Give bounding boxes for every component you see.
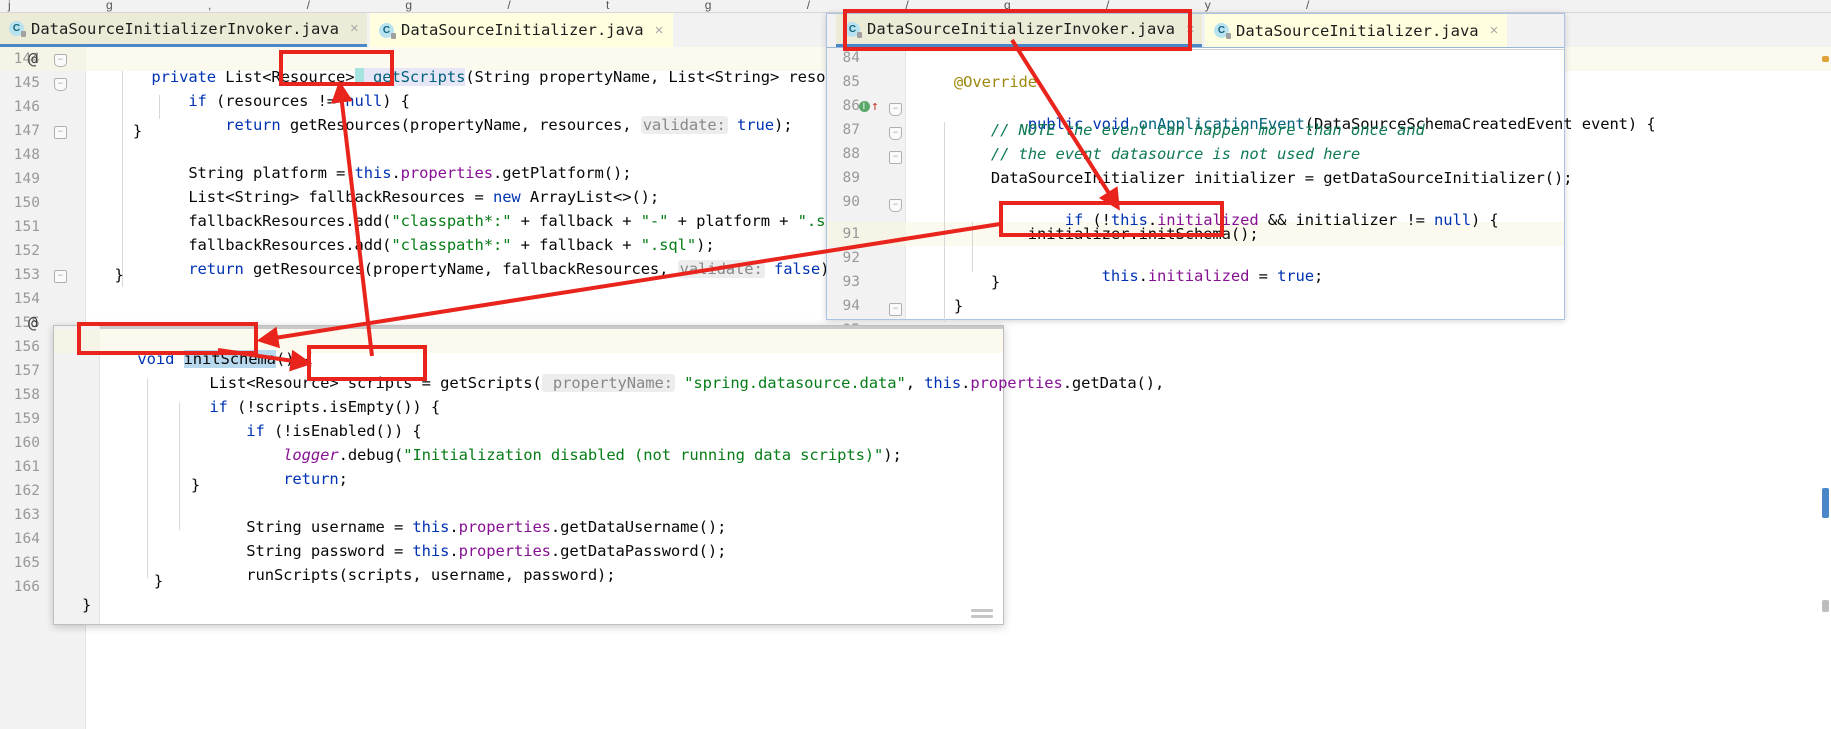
line-number: 164 <box>13 531 40 547</box>
line-number: 161 <box>13 459 40 475</box>
line-number: 91 <box>842 226 860 242</box>
close-icon[interactable]: × <box>1186 21 1195 38</box>
code-line-152: return getResources(propertyName, fallba… <box>188 260 839 278</box>
ide-window: j g , / g / t g / / g / y / C DataSource… <box>0 0 1831 729</box>
code-line-153: } <box>96 266 124 284</box>
line-number: 158 <box>13 387 40 403</box>
line-number: 153 <box>13 267 40 283</box>
rw-tab-datasourceinitializerinvoker[interactable]: C DataSourceInitializerInvoker.java × <box>836 14 1202 47</box>
line-number: 85 <box>842 74 860 90</box>
java-class-icon: C <box>845 21 862 38</box>
definition-preview-popup[interactable]: void initSchema() { List<Resource> scrip… <box>53 325 1164 625</box>
popup-resize-handle-2[interactable] <box>971 615 993 618</box>
line-number: 154 <box>13 291 40 307</box>
line-number: 152 <box>13 243 40 259</box>
line-number: 92 <box>842 250 860 266</box>
annotation-marker-icon: @ <box>28 49 38 68</box>
fold-marker-icon[interactable]: − <box>889 127 902 140</box>
tab-datasourceinitializer[interactable]: C DataSourceInitializer.java × <box>370 13 673 47</box>
rw-code-line-91: initializer.initSchema(); <box>917 225 1259 243</box>
pu-code-line-161: } <box>117 476 201 494</box>
breadcrumb-text: j g , / g / t g / / g / y / <box>8 0 1356 12</box>
scroll-marker-change <box>1822 488 1829 518</box>
line-number: 150 <box>13 195 40 211</box>
line-number: 148 <box>13 147 40 163</box>
close-icon[interactable]: × <box>1490 22 1499 39</box>
tab-label: DataSourceInitializerInvoker.java <box>31 19 339 38</box>
line-number: 156 <box>13 339 40 355</box>
scroll-marker-change-2 <box>1822 600 1829 612</box>
java-class-icon: C <box>1214 23 1231 39</box>
java-class-icon: C <box>9 21 26 37</box>
close-icon[interactable]: × <box>350 20 359 37</box>
line-number: 90 <box>842 194 860 210</box>
line-number: 93 <box>842 274 860 290</box>
overridden-method-icon[interactable]: ↑ <box>859 100 879 113</box>
line-number: 87 <box>842 122 860 138</box>
line-number: 146 <box>13 99 40 115</box>
pu-code-line-165: } <box>117 572 164 590</box>
line-number: 159 <box>13 411 40 427</box>
line-number: 84 <box>842 50 860 66</box>
popup-resize-handle[interactable] <box>971 609 993 612</box>
pu-code-line-166: } <box>82 596 92 614</box>
tab-label: DataSourceInitializerInvoker.java <box>867 20 1175 38</box>
secondary-editor-body[interactable]: 84 85 86 87 88 89 90 91 92 93 94 95 ↑ − … <box>827 47 1656 340</box>
fold-marker-icon[interactable]: − <box>889 151 902 164</box>
tab-label: DataSourceInitializer.java <box>1236 21 1479 40</box>
rw-code-line-94: } <box>917 297 964 315</box>
line-number: 145 <box>13 75 40 91</box>
line-number: 166 <box>13 579 40 595</box>
close-icon[interactable]: × <box>655 22 664 39</box>
annotation-marker-icon: @ <box>28 313 38 332</box>
java-class-icon: C <box>379 22 396 39</box>
scroll-marker-warning <box>1822 56 1829 62</box>
line-number: 151 <box>13 219 40 235</box>
fold-marker-icon[interactable]: − <box>54 270 67 283</box>
fold-marker-icon[interactable]: − <box>54 78 67 91</box>
breadcrumb: j g , / g / t g / / g / y / <box>0 0 1831 13</box>
secondary-editor-window[interactable]: C DataSourceInitializerInvoker.java × C … <box>826 13 1656 340</box>
rw-code-line-88: // the event datasource is not used here <box>917 145 1361 163</box>
tab-datasourceinitializerinvoker[interactable]: C DataSourceInitializerInvoker.java × <box>0 13 367 47</box>
line-number: 160 <box>13 435 40 451</box>
code-line-146: return getResources(propertyName, resour… <box>225 116 793 134</box>
line-number: 165 <box>13 555 40 571</box>
line-number: 94 <box>842 298 860 314</box>
rw-code-line-85: @Override <box>917 73 1038 91</box>
fold-marker-icon[interactable]: − <box>889 103 902 116</box>
secondary-editor-tab-strip: C DataSourceInitializerInvoker.java × C … <box>827 14 1564 47</box>
tab-label: DataSourceInitializer.java <box>401 21 644 39</box>
secondary-editor-gutter[interactable]: 84 85 86 87 88 89 90 91 92 93 94 95 ↑ − … <box>827 48 906 340</box>
fold-marker-icon[interactable]: − <box>54 126 67 139</box>
line-number: 88 <box>842 146 860 162</box>
line-number: 89 <box>842 170 860 186</box>
line-number: 162 <box>13 483 40 499</box>
line-number: 157 <box>13 363 40 379</box>
fold-marker-icon[interactable]: − <box>889 303 902 316</box>
pu-code-line-164: runScripts(scripts, username, password); <box>246 566 616 584</box>
fold-marker-icon[interactable]: − <box>54 54 67 67</box>
rw-code-line-89: DataSourceInitializer initializer = getD… <box>917 169 1573 187</box>
line-number: 149 <box>13 171 40 187</box>
fold-marker-icon[interactable]: − <box>889 199 902 212</box>
rw-tab-datasourceinitializer[interactable]: C DataSourceInitializer.java × <box>1205 14 1507 47</box>
code-line-147: } <box>96 122 143 140</box>
line-number: 86 <box>842 98 860 114</box>
rw-code-line-93: } <box>917 273 1001 291</box>
rw-code-line-87: // NOTE the event can happen more than o… <box>917 121 1425 139</box>
line-number: 163 <box>13 507 40 523</box>
line-number: 147 <box>13 123 40 139</box>
